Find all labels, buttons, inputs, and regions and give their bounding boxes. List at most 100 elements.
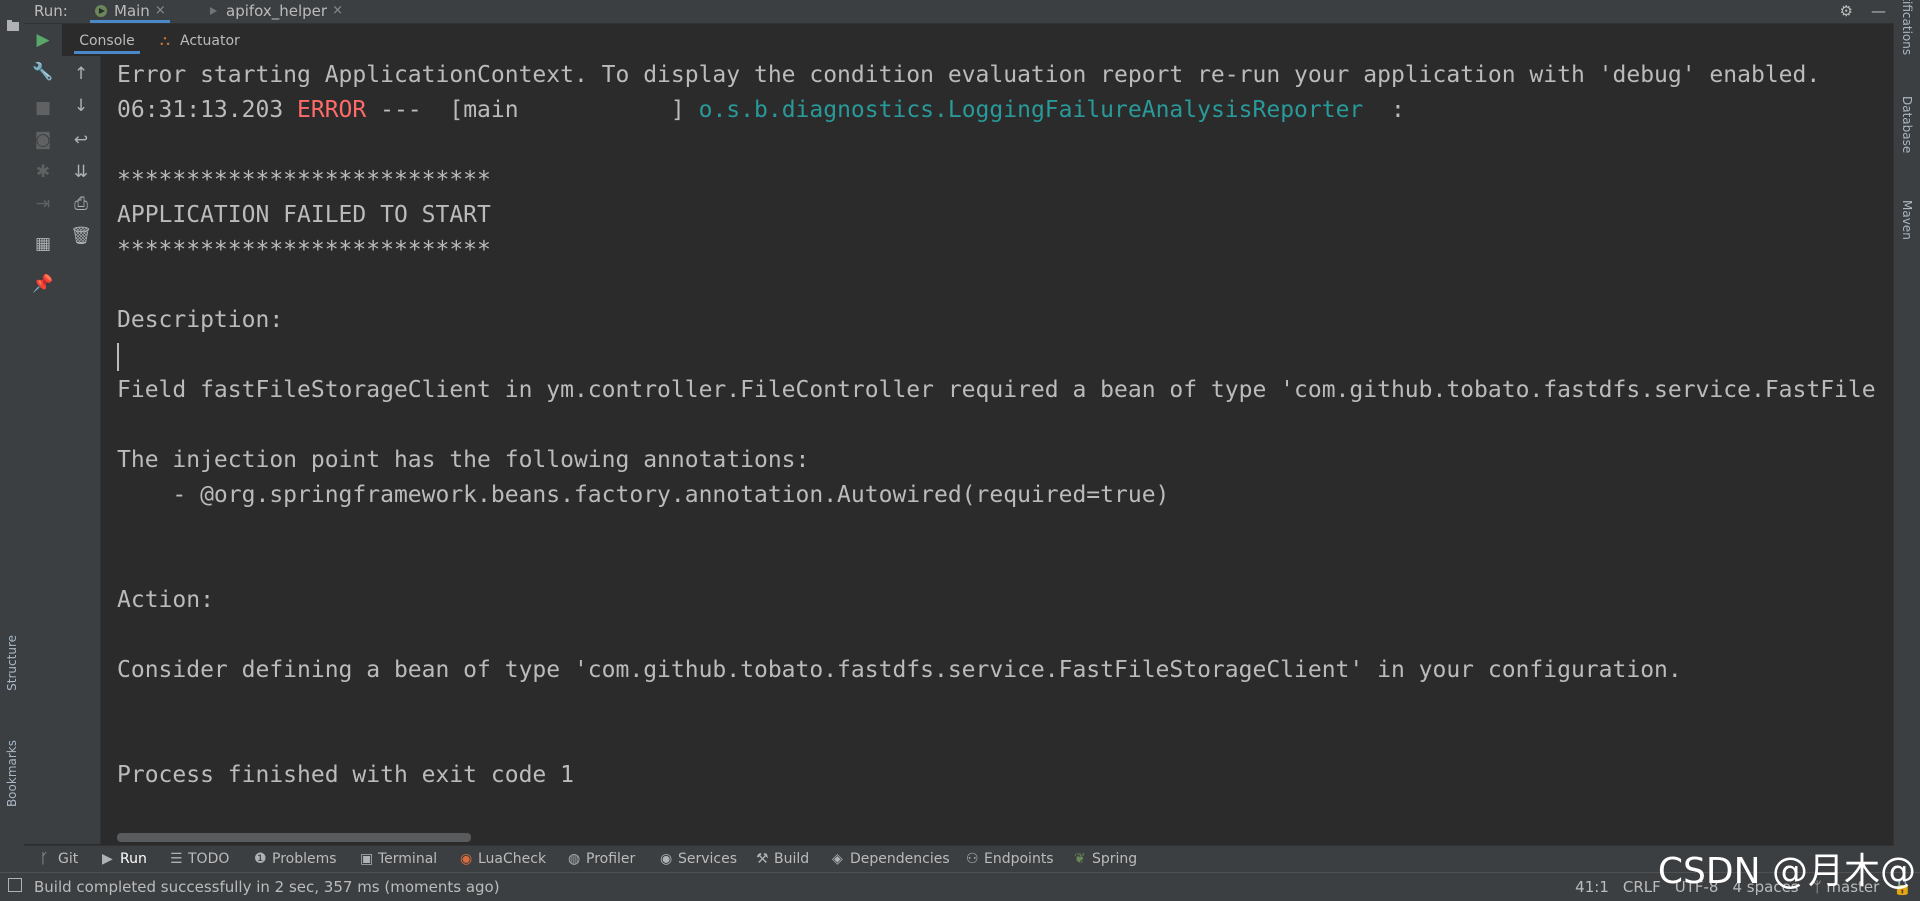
tool-problems[interactable]: ❶ Problems [252,846,337,873]
run-tab-main[interactable]: Main × [90,0,170,23]
tool-luacheck[interactable]: ◉ LuaCheck [458,846,546,873]
profiler-icon: ◍ [568,851,581,867]
trash-icon[interactable]: 🗑 [70,226,92,246]
console-line: Error starting ApplicationContext. To di… [117,62,1821,88]
right-tool-stripe: Notifications Database Maven [1893,0,1920,872]
bookmarks-tool-button[interactable]: Bookmarks [5,740,19,807]
tool-spring[interactable]: ❦ Spring [1072,846,1137,873]
run-config-icon [210,7,217,15]
run-header: Run: Main × apifox_helper × ⚙ — [24,0,1894,24]
gear-icon[interactable]: ⚙ [1840,2,1853,20]
run-tab-apifox-helper[interactable]: apifox_helper × [202,0,347,23]
stop-icon[interactable]: ■ [33,98,53,118]
bottom-tool-bar: ᚴ Git ▶ Run ☰ TODO ❶ Problems ▣ Terminal ◉ Lua… [24,845,1894,873]
tool-git[interactable]: ᚴ Git [38,846,78,873]
tool-build[interactable]: ⚒ Build [754,846,809,873]
tool-label: LuaCheck [478,851,547,867]
endpoints-icon: ⚇ [966,851,979,867]
tool-dependencies[interactable]: ◈ Dependencies [830,846,950,873]
database-tool-button[interactable]: Database [1900,96,1914,153]
console-line: Consider defining a bean of type 'com.gi… [117,657,1682,683]
console-line: *************************** [117,167,491,193]
tool-label: Profiler [586,851,636,867]
run-icon: ▶ [102,851,113,867]
problems-icon: ❶ [254,851,267,867]
tool-label: Run [120,851,147,867]
arrow-down-icon[interactable]: ↓ [71,96,91,116]
tool-profiler[interactable]: ◍ Profiler [566,846,635,873]
tool-label: Build [774,851,810,867]
structure-tool-button[interactable]: Structure [5,635,19,691]
project-icon[interactable] [6,2,20,36]
rerun-icon[interactable]: ▶ [33,30,53,50]
notifications-tool-button[interactable]: Notifications [1900,0,1914,55]
log-thread: --- [main ] [366,97,699,123]
run-label: Run: [34,2,68,20]
arrow-up-icon[interactable]: ↑ [71,64,91,84]
log-time: 06:31:13.203 [117,97,298,123]
layout-icon[interactable]: ▦ [33,234,53,254]
exit-icon[interactable]: ⇥ [33,194,53,214]
console-line: The injection point has the following an… [117,447,810,473]
tool-label: Problems [272,851,337,867]
dependencies-icon: ◈ [832,851,843,867]
tab-console[interactable]: Console [74,28,140,54]
watermark: CSDN @月木@ [1657,851,1916,892]
pin-icon[interactable]: 📌 [32,274,53,294]
log-level: ERROR [297,97,367,123]
tab-actuator-label: Actuator [180,33,240,49]
status-message[interactable]: Build completed successfully in 2 sec, 3… [34,873,500,901]
status-line-separator[interactable]: CRLF [1623,873,1661,901]
close-icon[interactable]: × [155,0,166,22]
run-toolbar-primary: ▶ 🔧 ■ ◙ ✱ ⇥ ▦ 📌 [24,24,62,844]
minimize-icon[interactable]: — [1871,2,1886,20]
services-icon: ◉ [660,851,673,867]
tool-label: Terminal [378,851,438,867]
status-position[interactable]: 41:1 [1575,873,1609,901]
scroll-to-end-icon[interactable]: ⇊ [71,162,91,182]
tab-console-label: Console [79,33,135,49]
soft-wrap-icon[interactable]: ↩ [71,130,91,150]
console-line: Process finished with exit code 1 [117,762,574,788]
console-subtabs: Console ⛬ Actuator [64,28,1894,54]
debug-icon[interactable]: ✱ [33,162,53,182]
tool-run[interactable]: ▶ Run [100,846,147,873]
tool-label: TODO [188,851,230,867]
hammer-icon: ⚒ [756,851,769,867]
git-icon: ᚴ [40,851,49,867]
close-icon[interactable]: × [332,0,343,22]
terminal-icon: ▣ [360,851,374,867]
console-line: - @org.springframework.beans.factory.ann… [117,482,1170,508]
console-line: Action: [117,587,214,613]
tab-actuator[interactable]: ⛬ Actuator [160,28,240,54]
tool-terminal[interactable]: ▣ Terminal [358,846,437,873]
status-bar: Build completed successfully in 2 sec, 3… [0,872,1920,901]
run-toolbar-secondary: ↑ ↓ ↩ ⇊ ⎙ 🗑 [62,56,101,844]
console-line: Field fastFileStorageClient in ym.contro… [117,377,1876,403]
maven-tool-button[interactable]: Maven [1900,200,1914,240]
tool-label: Spring [1092,851,1138,867]
console-output[interactable]: Error starting ApplicationContext. To di… [101,56,1880,844]
tool-label: Dependencies [850,851,950,867]
camera-icon[interactable]: ◙ [33,130,53,150]
tool-label: Endpoints [984,851,1054,867]
text-caret [117,343,119,371]
tool-services[interactable]: ◉ Services [658,846,737,873]
print-icon[interactable]: ⎙ [71,194,91,214]
tool-label: Git [58,851,79,867]
status-layout-icon[interactable] [8,878,22,892]
tool-todo[interactable]: ☰ TODO [168,846,229,873]
left-tool-stripe: Structure Bookmarks [0,0,25,872]
wrench-icon[interactable]: 🔧 [32,62,53,82]
spring-boot-icon [95,5,107,17]
log-logger-link[interactable]: o.s.b.diagnostics.LoggingFailureAnalysis… [699,97,1364,123]
luacheck-icon: ◉ [460,851,473,867]
console-line: APPLICATION FAILED TO START [117,202,491,228]
tool-endpoints[interactable]: ⚇ Endpoints [964,846,1054,873]
list-icon: ☰ [170,851,183,867]
run-tab-apifox-label: apifox_helper [226,2,328,20]
console-line: *************************** [117,237,491,263]
spring-icon: ❦ [1074,851,1086,867]
log-separator: : [1363,97,1405,123]
horizontal-scrollbar[interactable] [117,833,471,842]
